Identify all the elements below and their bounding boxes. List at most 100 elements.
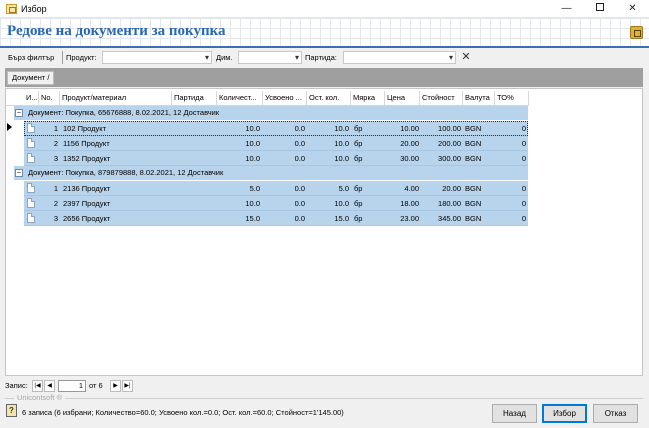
- last-record-button[interactable]: ▶|: [122, 380, 133, 392]
- help-icon[interactable]: ?: [6, 404, 17, 417]
- column-header[interactable]: Количест...: [217, 91, 263, 105]
- group-row-label: Документ: Покупка, 879879888, 8.02.2021,…: [28, 168, 224, 177]
- column-header[interactable]: Цена: [385, 91, 420, 105]
- column-header[interactable]: И...: [24, 91, 39, 105]
- current-row-indicator-icon: [7, 123, 12, 131]
- document-icon: [27, 183, 35, 193]
- column-header[interactable]: Партида: [172, 91, 217, 105]
- row-remaining-cell: 10.0: [334, 199, 349, 208]
- row-qty-cell: 10.0: [245, 124, 260, 133]
- row-price-cell: 18.00: [400, 199, 419, 208]
- column-header[interactable]: Ост. кол.: [307, 91, 351, 105]
- header-divider: [0, 46, 649, 48]
- record-total: от 6: [89, 381, 103, 390]
- row-value-cell: 200.00: [438, 139, 461, 148]
- brand-label: Unicontsoft ®: [14, 393, 66, 402]
- row-currency-cell: BGN: [465, 214, 482, 223]
- document-icon: [27, 198, 35, 208]
- product-filter-combo[interactable]: [102, 51, 212, 64]
- row-product-cell: 1352 Продукт: [63, 154, 111, 163]
- row-unit-cell: бр: [354, 214, 363, 223]
- table-row[interactable]: 2 1156 Продукт 10.0 0.0 10.0 бр 20.00 200.00 BGN…: [24, 136, 528, 151]
- table-row[interactable]: 1 2136 Продукт 5.0 0.0 5.0 бр 4.00 20.00 BGN 0: [24, 181, 528, 196]
- row-value-cell: 180.00: [438, 199, 461, 208]
- table-row[interactable]: 1 102 Продукт 10.0 0.0 10.0 бр 10.00 100.00 BGN 0: [24, 121, 528, 136]
- column-header[interactable]: Мярка: [351, 91, 385, 105]
- next-record-button[interactable]: ▶: [110, 380, 121, 392]
- collapse-group-icon[interactable]: −: [15, 169, 23, 177]
- row-price-cell: 4.00: [404, 184, 419, 193]
- row-qty-cell: 10.0: [245, 199, 260, 208]
- table-row[interactable]: 3 2656 Продукт 15.0 0.0 15.0 бр 23.00 345.00 BGN…: [24, 211, 528, 226]
- column-header[interactable]: ТО%: [495, 91, 529, 105]
- row-to-cell: 0: [521, 154, 526, 163]
- row-product-cell: 1156 Продукт: [63, 139, 110, 148]
- document-icon: [27, 138, 35, 148]
- dim-filter-combo[interactable]: [238, 51, 302, 64]
- cancel-button[interactable]: Отказ: [593, 404, 638, 423]
- row-price-cell: 20.00: [400, 139, 419, 148]
- row-currency-cell: BGN: [465, 199, 482, 208]
- batch-filter-combo[interactable]: [343, 51, 456, 64]
- row-value-cell: 345.00: [438, 214, 461, 223]
- table-row[interactable]: 3 1352 Продукт 10.0 0.0 10.0 бр 30.00 300.00 BGN…: [24, 151, 528, 166]
- row-no-cell: 3: [53, 154, 58, 163]
- column-header[interactable]: Продукт/материал: [60, 91, 172, 105]
- page-title: Редове на документи за покупка: [7, 23, 226, 39]
- row-qty-cell: 5.0: [249, 184, 260, 193]
- group-chip-label: Документ: [12, 73, 46, 82]
- row-currency-cell: BGN: [465, 184, 482, 193]
- record-number-input[interactable]: 1: [58, 380, 86, 392]
- window-title: Избор: [21, 4, 47, 14]
- column-header[interactable]: Стойност: [420, 91, 463, 105]
- back-button[interactable]: Назад: [492, 404, 537, 423]
- row-qty-cell: 10.0: [245, 139, 260, 148]
- group-row[interactable]: − Документ: Покупка, 879879888, 8.02.202…: [14, 166, 528, 180]
- row-unit-cell: бр: [354, 184, 363, 193]
- row-remaining-cell: 15.0: [334, 214, 349, 223]
- row-absorbed-cell: 0.0: [294, 139, 305, 148]
- table-row[interactable]: 2 2397 Продукт 10.0 0.0 10.0 бр 18.00 180.00 BGN…: [24, 196, 528, 211]
- first-record-button[interactable]: |◀: [32, 380, 43, 392]
- column-header[interactable]: Валута: [463, 91, 495, 105]
- column-header[interactable]: No.: [39, 91, 60, 105]
- filter-bar: Бърз филтър Продукт: Дим. Партида: ✕: [5, 50, 643, 65]
- product-filter-label: Продукт:: [66, 53, 97, 62]
- group-row[interactable]: − Документ: Покупка, 65676888, 8.02.2021…: [14, 106, 528, 120]
- maximize-icon: [595, 3, 604, 12]
- row-currency-cell: BGN: [465, 124, 482, 133]
- row-qty-cell: 10.0: [245, 154, 260, 163]
- row-absorbed-cell: 0.0: [294, 124, 305, 133]
- minimize-button[interactable]: —: [550, 0, 583, 18]
- row-absorbed-cell: 0.0: [294, 154, 305, 163]
- row-remaining-cell: 10.0: [334, 154, 349, 163]
- row-to-cell: 0: [521, 184, 526, 193]
- row-value-cell: 300.00: [438, 154, 461, 163]
- row-value-cell: 100.00: [438, 124, 461, 133]
- maximize-button[interactable]: [583, 0, 616, 18]
- collapse-group-icon[interactable]: −: [15, 109, 23, 117]
- close-window-button[interactable]: ✕: [616, 0, 649, 18]
- row-to-cell: 0: [521, 214, 526, 223]
- row-currency-cell: BGN: [465, 154, 482, 163]
- row-to-cell: 0: [521, 199, 526, 208]
- data-grid[interactable]: И... No. Продукт/материал Партида Количе…: [5, 88, 643, 376]
- row-absorbed-cell: 0.0: [294, 214, 305, 223]
- row-price-cell: 10.00: [400, 124, 419, 133]
- status-text: 6 записа (6 избрани; Количество=60.0; Ус…: [22, 408, 344, 417]
- quick-filter-label[interactable]: Бърз филтър: [8, 53, 54, 62]
- column-header[interactable]: Усвоено ...: [263, 91, 307, 105]
- select-button[interactable]: Избор: [542, 404, 587, 423]
- prev-record-button[interactable]: ◀: [44, 380, 55, 392]
- row-unit-cell: бр: [354, 124, 363, 133]
- filter-separator: [62, 51, 63, 64]
- group-by-panel: Документ /: [5, 68, 643, 87]
- row-remaining-cell: 5.0: [338, 184, 349, 193]
- sort-indicator-icon: /: [47, 73, 50, 82]
- clear-filter-icon[interactable]: ✕: [460, 50, 472, 64]
- group-chip-document[interactable]: Документ /: [7, 71, 55, 85]
- row-qty-cell: 15.0: [245, 214, 260, 223]
- layout-icon[interactable]: [630, 26, 643, 39]
- group-row-label: Документ: Покупка, 65676888, 8.02.2021, …: [28, 108, 220, 117]
- document-icon: [27, 213, 35, 223]
